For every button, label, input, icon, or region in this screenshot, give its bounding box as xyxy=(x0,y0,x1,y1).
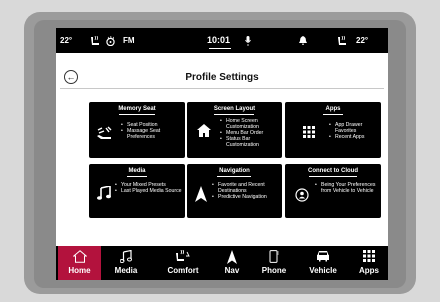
tile-title-underline xyxy=(309,176,357,177)
clock-underline xyxy=(209,48,231,49)
driver-temperature[interactable]: 22° xyxy=(60,36,72,45)
tile-title: Apps xyxy=(325,106,341,112)
list-item: Massage Seat Preferences xyxy=(121,128,183,140)
list-item: Being Your Preferences from Vehicle to V… xyxy=(315,182,379,194)
nav-nav[interactable]: Nav xyxy=(215,246,249,280)
comfort-icon xyxy=(157,249,209,265)
tile-title-underline xyxy=(127,176,147,177)
status-bar: 22° FM 10:01 22° xyxy=(56,28,388,53)
nav-label: Apps xyxy=(359,266,379,275)
list-item: Last Played Media Source xyxy=(115,188,183,194)
nav-label: Media xyxy=(114,266,138,275)
music-note-icon xyxy=(97,185,111,202)
heated-steering-icon[interactable] xyxy=(105,35,116,48)
page-title: Profile Settings xyxy=(185,72,259,83)
list-item: Status Bar Customization xyxy=(220,136,280,148)
nav-label: Home xyxy=(68,266,91,275)
tile-memory-seat[interactable]: Memory Seat Seat Position Massage Seat P… xyxy=(89,102,185,158)
apps-grid-icon xyxy=(303,126,315,140)
tile-title: Connect to Cloud xyxy=(308,168,358,174)
nav-home[interactable]: Home xyxy=(58,246,101,280)
apps-grid-icon xyxy=(352,250,386,264)
tile-feature-list: Home Screen Customization Menu Bar Order… xyxy=(220,118,280,148)
heated-seat-icon[interactable] xyxy=(90,35,102,48)
tile-title-underline xyxy=(119,114,155,115)
tile-title: Screen Layout xyxy=(213,106,256,112)
seat-memory-icon xyxy=(97,126,113,142)
cloud-profile-icon xyxy=(295,188,309,204)
bottom-nav-bar: Home Media Comfort Nav Phone Vehicle App… xyxy=(56,246,388,280)
list-item: Predictive Navigation xyxy=(212,194,280,200)
tile-feature-list: App Drawer Favorites Recent Apps xyxy=(329,122,379,140)
home-icon xyxy=(197,124,211,139)
radio-band[interactable]: FM xyxy=(123,36,135,45)
tile-apps[interactable]: Apps App Drawer Favorites Recent Apps xyxy=(285,102,381,158)
nav-media[interactable]: Media xyxy=(105,246,147,280)
tile-title: Memory Seat xyxy=(118,106,156,112)
navigation-arrow-icon xyxy=(195,186,207,204)
passenger-heated-seat-icon[interactable] xyxy=(335,35,349,48)
list-item: Favorite and Recent Destinations xyxy=(212,182,280,194)
tile-feature-list: Your Mixed Presets Last Played Media Sou… xyxy=(115,182,183,194)
home-icon xyxy=(58,250,101,265)
tile-screen-layout[interactable]: Screen Layout Home Screen Customization … xyxy=(187,102,282,158)
nav-comfort[interactable]: Comfort xyxy=(157,246,209,280)
nav-label: Comfort xyxy=(167,266,199,275)
tile-navigation[interactable]: Navigation Favorite and Recent Destinati… xyxy=(187,164,282,218)
tile-feature-list: Favorite and Recent Destinations Predict… xyxy=(212,182,280,200)
passenger-temperature[interactable]: 22° xyxy=(356,36,368,45)
nav-apps[interactable]: Apps xyxy=(352,246,386,280)
microphone-icon[interactable] xyxy=(245,36,251,48)
list-item: Recent Apps xyxy=(329,134,379,140)
tile-title-underline xyxy=(217,176,251,177)
clock: 10:01 xyxy=(207,35,231,45)
phone-icon xyxy=(254,250,294,265)
music-note-icon xyxy=(105,249,147,265)
nav-label: Phone xyxy=(261,266,287,275)
tile-title: Navigation xyxy=(219,168,250,174)
nav-label: Nav xyxy=(224,266,240,275)
infotainment-screen: 22° FM 10:01 22° ← Profile Settings Memo… xyxy=(56,28,388,280)
nav-label: Vehicle xyxy=(309,266,337,275)
title-divider xyxy=(60,88,384,89)
nav-vehicle[interactable]: Vehicle xyxy=(300,246,346,280)
tile-connect-to-cloud[interactable]: Connect to Cloud Being Your Preferences … xyxy=(285,164,381,218)
tile-title-underline xyxy=(323,114,343,115)
list-item: App Drawer Favorites xyxy=(329,122,379,134)
tile-feature-list: Being Your Preferences from Vehicle to V… xyxy=(315,182,379,194)
tile-feature-list: Seat Position Massage Seat Preferences xyxy=(121,122,183,140)
car-icon xyxy=(300,250,346,264)
tile-title: Media xyxy=(128,168,146,174)
tile-title-underline xyxy=(214,114,254,115)
navigation-arrow-icon xyxy=(215,250,249,266)
tile-media[interactable]: Media Your Mixed Presets Last Played Med… xyxy=(89,164,185,218)
list-item: Home Screen Customization xyxy=(220,118,280,130)
nav-phone[interactable]: Phone xyxy=(254,246,294,280)
bell-icon[interactable] xyxy=(299,36,307,47)
